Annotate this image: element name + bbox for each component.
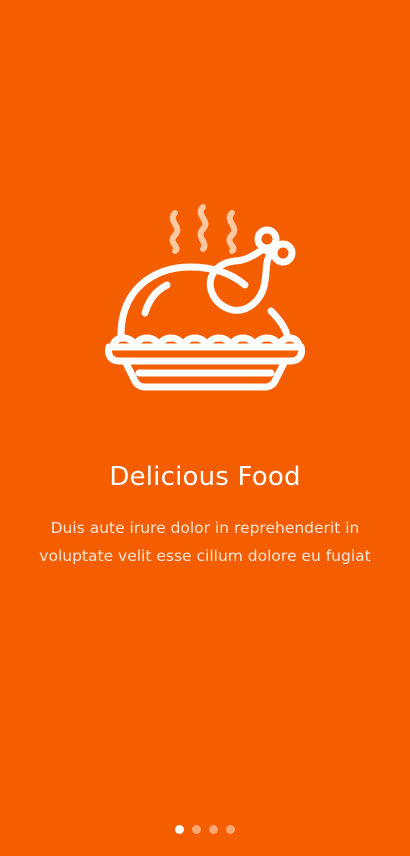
page-dot-3[interactable] [209, 825, 218, 834]
page-indicator [0, 825, 410, 835]
page-dot-2[interactable] [192, 825, 201, 834]
page-dot-4[interactable] [226, 825, 235, 834]
onboarding-description: Duis aute irure dolor in reprehenderit i… [39, 519, 371, 565]
roast-chicken-icon [105, 204, 305, 391]
onboarding-screen: Delicious Food Duis aute irure dolor in … [0, 0, 410, 856]
steam-icon [169, 204, 238, 254]
onboarding-title: Delicious Food [109, 462, 301, 492]
page-dot-1[interactable] [175, 825, 184, 834]
